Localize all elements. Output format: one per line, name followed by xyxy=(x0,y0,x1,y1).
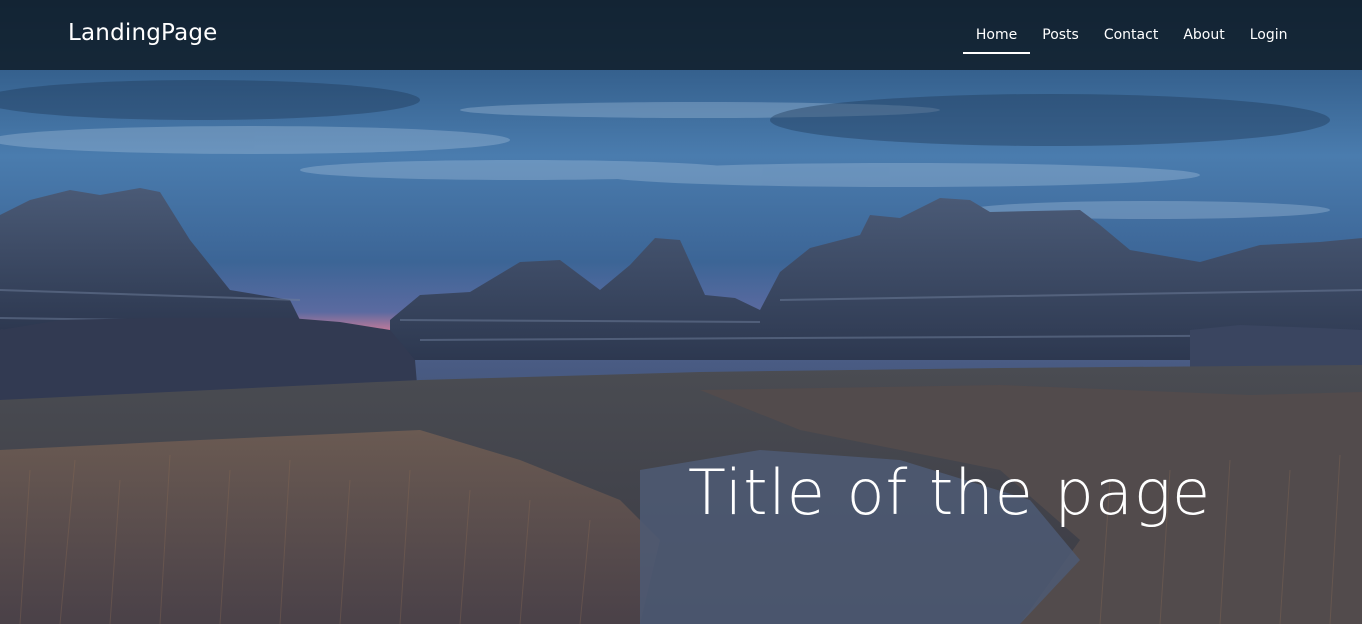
nav-link-contact[interactable]: Contact xyxy=(1091,0,1170,70)
brand-logo[interactable]: LandingPage xyxy=(68,20,218,46)
nav-link-login[interactable]: Login xyxy=(1237,0,1300,70)
nav-links: Home Posts Contact About Login xyxy=(963,0,1300,70)
navbar: LandingPage Home Posts Contact About Log… xyxy=(0,0,1362,70)
page-title: Title of the page xyxy=(688,456,1212,529)
nav-link-home[interactable]: Home xyxy=(963,0,1031,70)
landscape-image xyxy=(0,0,1362,624)
nav-link-about[interactable]: About xyxy=(1171,0,1237,70)
hero-background xyxy=(0,0,1362,624)
nav-link-posts[interactable]: Posts xyxy=(1030,0,1092,70)
